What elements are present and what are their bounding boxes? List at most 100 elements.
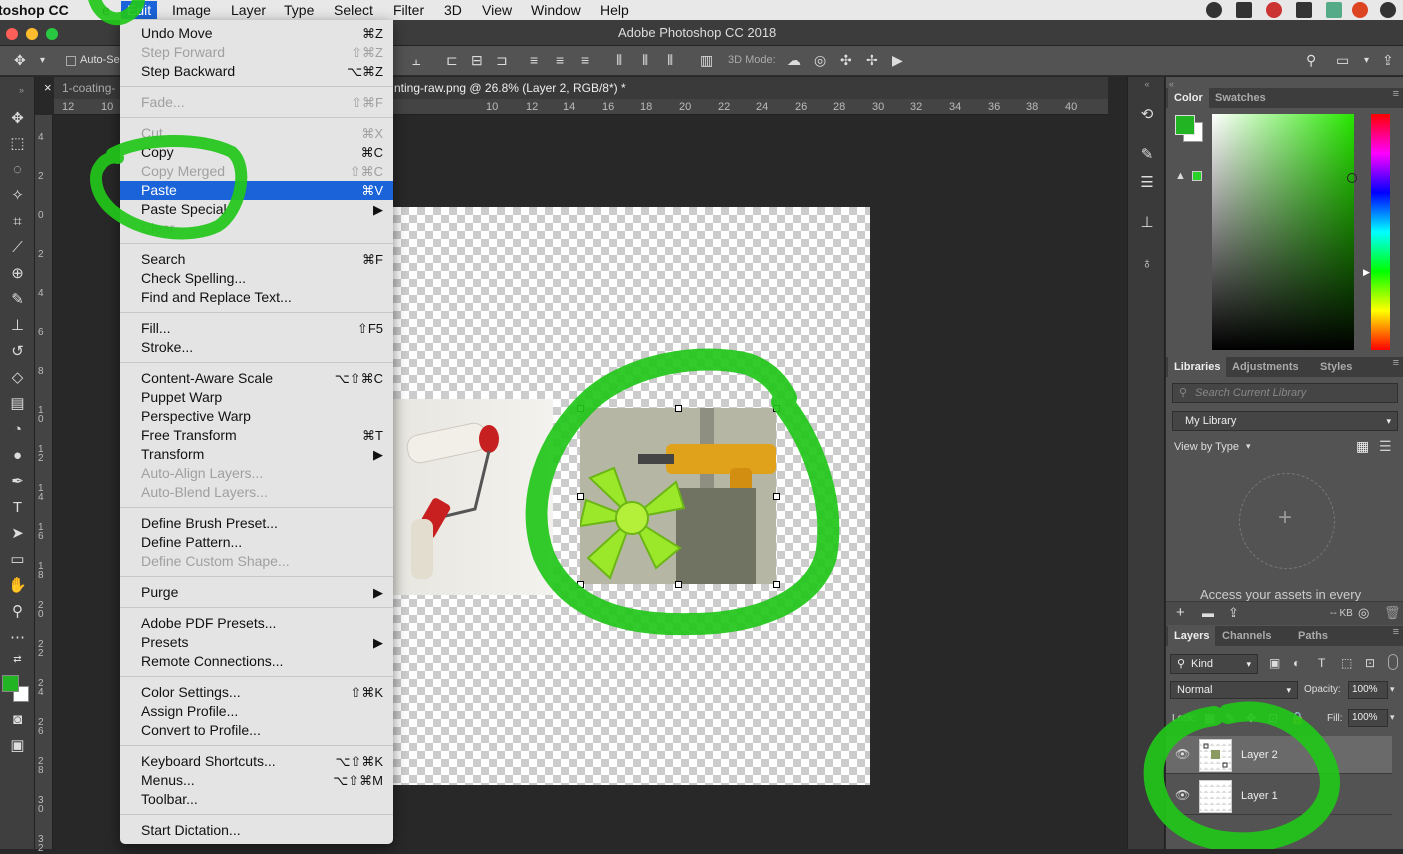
menu-item-paste-special[interactable]: Paste Special ▶ <box>120 200 393 219</box>
align-left-icon[interactable]: ⊏ <box>446 52 458 69</box>
upload-icon[interactable]: ⇪ <box>1228 605 1239 621</box>
stamp-tool-icon[interactable]: ⊥ <box>8 317 27 335</box>
chevron-down-icon[interactable]: ▾ <box>40 55 45 66</box>
chevron-down-icon[interactable]: ▾ <box>1364 55 1369 66</box>
collapse-icon[interactable]: « <box>1138 79 1156 97</box>
history-brush-icon[interactable]: ↺ <box>8 343 27 361</box>
hue-slider-handle-icon[interactable]: ▶ <box>1363 267 1370 278</box>
brush-settings-icon[interactable]: ☰ <box>1138 173 1156 191</box>
filter-toggle-icon[interactable] <box>1388 654 1398 670</box>
menu-item-content-aware-scale[interactable]: Content-Aware Scale ⌥⇧⌘C <box>120 369 393 388</box>
orbit-3d-icon[interactable]: ☁ <box>787 52 801 69</box>
filter-smart-object-icon[interactable]: ⊡ <box>1365 656 1375 670</box>
move-tool-icon[interactable]: ✥ <box>14 52 26 69</box>
menu-item-start-dictation[interactable]: Start Dictation... <box>120 821 393 840</box>
alert-icon[interactable] <box>1352 2 1368 18</box>
transform-handle-bottom[interactable] <box>675 581 682 588</box>
tab-channels[interactable]: Channels <box>1216 626 1278 646</box>
transform-handle-left[interactable] <box>577 493 584 500</box>
align-right-icon[interactable]: ⊐ <box>496 52 508 69</box>
menu-item-free-transform[interactable]: Free Transform ⌘T <box>120 426 393 445</box>
quick-mask-icon[interactable]: ◙ <box>8 711 27 729</box>
status-icon[interactable] <box>1326 2 1342 18</box>
lock-transparent-icon[interactable]: ▦ <box>1204 711 1215 725</box>
menu-view[interactable]: View <box>482 1 512 19</box>
slide-3d-icon[interactable]: ✢ <box>866 52 878 69</box>
navigation-icon[interactable] <box>1206 2 1222 18</box>
menu-item-perspective-warp[interactable]: Perspective Warp <box>120 407 393 426</box>
collapse-icon[interactable]: » <box>12 81 31 99</box>
path-selection-icon[interactable]: ➤ <box>8 525 27 543</box>
panel-menu-icon[interactable]: ≡ <box>1393 626 1399 638</box>
menu-item-define-brush-preset[interactable]: Define Brush Preset... <box>120 514 393 533</box>
tab-layers[interactable]: Layers <box>1168 626 1216 646</box>
menu-item-remote-connections[interactable]: Remote Connections... <box>120 652 393 671</box>
align-bottom-icon[interactable]: ⫠ <box>412 52 420 69</box>
blur-tool-icon[interactable]: ◔ <box>8 421 27 439</box>
transform-handle-right[interactable] <box>773 493 780 500</box>
menu-image[interactable]: Image <box>172 1 211 19</box>
opacity-input[interactable]: 100% <box>1348 681 1388 699</box>
chevron-down-icon[interactable]: ▾ <box>1390 684 1395 695</box>
foreground-color-swatch[interactable] <box>1175 115 1195 135</box>
distribute-bottom-icon[interactable]: ≡ <box>581 52 589 68</box>
hand-tool-icon[interactable]: ✋ <box>8 577 27 595</box>
lasso-tool-icon[interactable]: ◌ <box>8 161 27 179</box>
distribute-left-icon[interactable]: ⦀ <box>616 52 622 69</box>
more-tools-icon[interactable]: ⋯ <box>8 629 27 647</box>
auto-align-icon[interactable]: ▥ <box>700 52 713 69</box>
grid-view-icon[interactable]: ▦ <box>1356 438 1369 455</box>
sync-status-icon[interactable]: ◎ <box>1358 605 1369 621</box>
library-search-input[interactable]: ⚲ Search Current Library <box>1172 383 1398 403</box>
align-center-icon[interactable]: ⊟ <box>471 52 483 69</box>
gamut-warning-icon[interactable]: ▲ <box>1175 170 1186 182</box>
marquee-tool-icon[interactable]: ⬚ <box>8 135 27 153</box>
visibility-eye-icon[interactable]: 👁 <box>1175 747 1190 761</box>
menu-file[interactable]: e <box>102 1 110 19</box>
menu-edit[interactable]: Edit <box>121 1 158 19</box>
web-safe-swatch[interactable] <box>1192 171 1202 181</box>
blend-mode-select[interactable]: Normal ▾ <box>1170 681 1298 699</box>
screen-mode-icon[interactable]: ▣ <box>8 737 27 755</box>
menu-item-color-settings[interactable]: Color Settings... ⇧⌘K <box>120 683 393 702</box>
learn-panel-icon[interactable]: ♁ <box>1138 255 1156 273</box>
filter-type-icon[interactable]: T <box>1318 656 1325 670</box>
menu-3d[interactable]: 3D <box>444 1 462 19</box>
menu-item-convert-to-profile[interactable]: Convert to Profile... <box>120 721 393 740</box>
trash-icon[interactable]: 🗑 <box>1384 605 1401 621</box>
magic-wand-icon[interactable]: ✧ <box>8 187 27 205</box>
healing-brush-icon[interactable]: ⊕ <box>8 265 27 283</box>
filter-adjustment-icon[interactable]: ◐ <box>1293 656 1300 670</box>
menu-item-adobe-pdf-presets[interactable]: Adobe PDF Presets... <box>120 614 393 633</box>
menu-item-copy[interactable]: Copy ⌘C <box>120 143 393 162</box>
list-view-icon[interactable]: ☰ <box>1379 438 1392 455</box>
menu-item-paste[interactable]: Paste ⌘V <box>120 181 393 200</box>
lock-artboard-icon[interactable]: ⊡ <box>1268 711 1278 725</box>
brush-tool-icon[interactable]: ✎ <box>8 291 27 309</box>
panel-menu-icon[interactable]: ≡ <box>1393 88 1399 100</box>
foreground-color-swatch[interactable] <box>2 675 19 692</box>
transform-handle-top[interactable] <box>675 405 682 412</box>
transform-handle-top-left[interactable] <box>577 405 584 412</box>
color-field[interactable] <box>1212 114 1357 350</box>
eraser-tool-icon[interactable]: ◇ <box>8 369 27 387</box>
lock-all-icon[interactable]: 🔒 <box>1290 711 1305 725</box>
menu-item-presets[interactable]: Presets ▶ <box>120 633 393 652</box>
camera-3d-icon[interactable]: ▶ <box>892 52 903 69</box>
distribute-center-icon[interactable]: ⦀ <box>642 52 648 69</box>
tab-libraries[interactable]: Libraries <box>1168 357 1227 377</box>
creative-cloud-icon[interactable] <box>1266 2 1282 18</box>
menu-item-stroke[interactable]: Stroke... <box>120 338 393 357</box>
workspace-icon[interactable]: ▭ <box>1336 52 1349 69</box>
color-picker-cursor[interactable] <box>1347 173 1357 183</box>
shape-tool-icon[interactable]: ▭ <box>8 551 27 569</box>
menu-help[interactable]: Help <box>600 1 629 19</box>
fill-input[interactable]: 100% <box>1348 709 1388 727</box>
menu-window[interactable]: Window <box>531 1 581 19</box>
transform-handle-bottom-right[interactable] <box>773 581 780 588</box>
move-tool-icon[interactable]: ✥ <box>8 110 27 128</box>
distribute-right-icon[interactable]: ⦀ <box>667 52 673 69</box>
menu-item-undo-move[interactable]: Undo Move ⌘Z <box>120 24 393 43</box>
history-panel-icon[interactable]: ⟲ <box>1138 105 1156 123</box>
filter-pixel-icon[interactable]: ▣ <box>1269 656 1280 670</box>
